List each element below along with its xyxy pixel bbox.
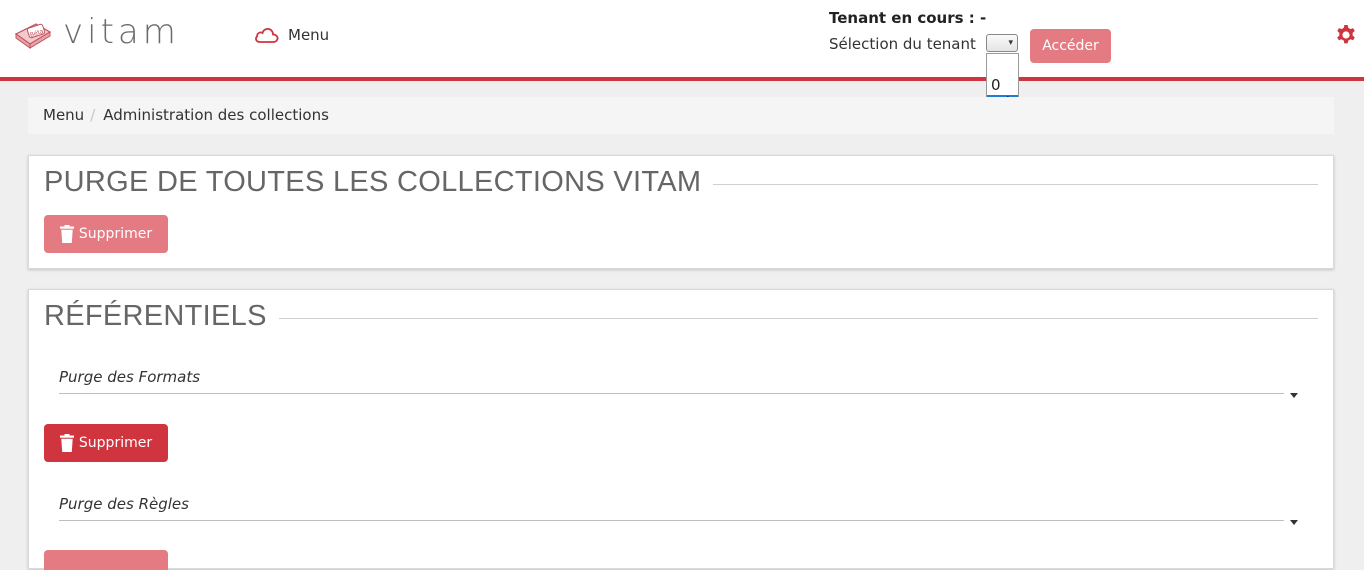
tenant-option-0[interactable]: 0 <box>987 76 1018 95</box>
breadcrumb-separator: / <box>90 106 96 124</box>
access-button[interactable]: Accéder <box>1030 29 1111 63</box>
panel-header: RÉFÉRENTIELS <box>44 300 1318 333</box>
panel-title: RÉFÉRENTIELS <box>44 300 267 332</box>
breadcrumb-item-current: Administration des collections <box>103 106 329 124</box>
current-tenant-title: Tenant en cours : - <box>829 9 987 27</box>
breadcrumb-item-menu[interactable]: Menu <box>43 106 84 124</box>
book-logo-icon: Béta <box>14 23 52 49</box>
purge-formats-delete-button[interactable]: Supprimer <box>44 424 168 462</box>
delete-button-label: Supprimer <box>78 226 153 242</box>
trash-icon <box>59 225 74 243</box>
trash-icon <box>59 434 74 452</box>
purge-formats-label[interactable]: Purge des Formats <box>59 368 200 386</box>
delete-button-label: Supprimer <box>78 435 153 451</box>
referentiels-panel: RÉFÉRENTIELS Purge des Formats Supprimer… <box>28 289 1334 570</box>
cloud-icon <box>255 28 279 43</box>
tenant-select-label: Sélection du tenant <box>829 35 976 53</box>
section-divider <box>59 520 1284 521</box>
top-header: Béta vitam Menu Tenant en cours : - Séle… <box>0 0 1364 81</box>
chevron-down-icon[interactable] <box>1290 520 1298 525</box>
gear-icon[interactable] <box>1334 23 1358 47</box>
purge-all-delete-button[interactable]: Supprimer <box>44 215 168 253</box>
menu-label: Menu <box>288 26 330 44</box>
purge-rules-label[interactable]: Purge des Règles <box>59 495 189 513</box>
section-divider <box>59 393 1284 394</box>
panel-title: PURGE DE TOUTES LES COLLECTIONS VITAM <box>44 166 702 198</box>
title-divider <box>713 184 1318 185</box>
app-logo-text: vitam <box>63 12 180 52</box>
title-divider <box>278 318 1318 319</box>
tenant-select[interactable]: ▾ <box>986 34 1018 52</box>
breadcrumb: Menu / Administration des collections <box>28 97 1334 134</box>
chevron-down-icon[interactable] <box>1290 393 1298 398</box>
panel-header: PURGE DE TOUTES LES COLLECTIONS VITAM <box>44 166 1318 199</box>
purge-rules-delete-button[interactable] <box>44 550 168 570</box>
main-menu-link[interactable]: Menu <box>254 26 329 44</box>
purge-all-panel: PURGE DE TOUTES LES COLLECTIONS VITAM Su… <box>28 155 1334 269</box>
